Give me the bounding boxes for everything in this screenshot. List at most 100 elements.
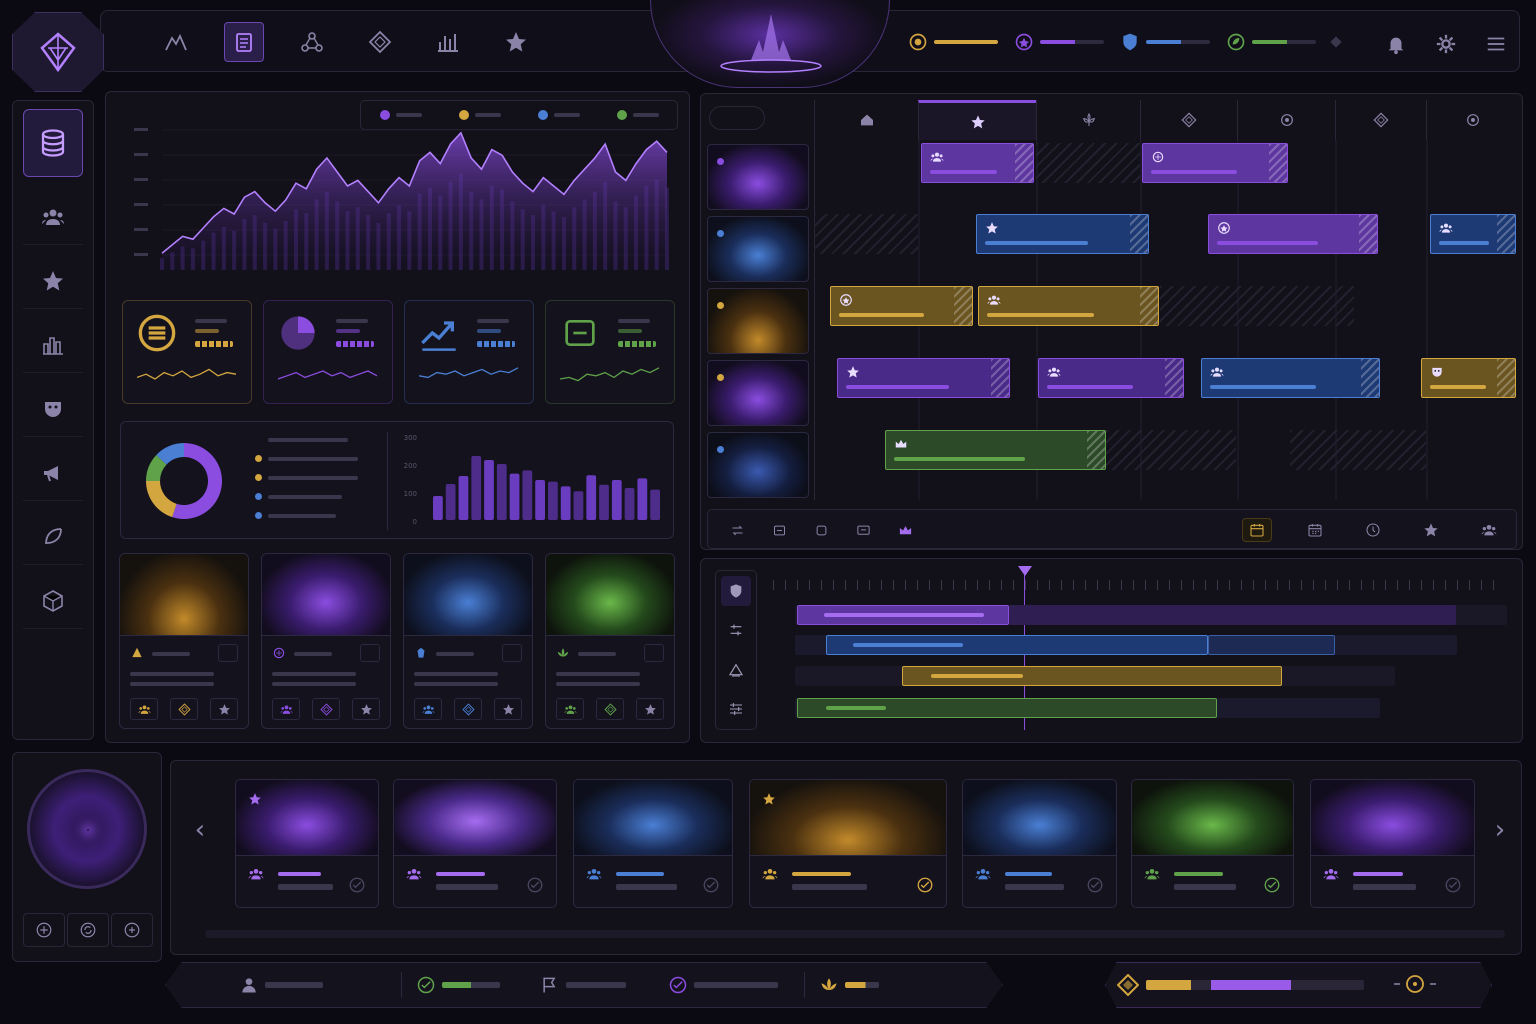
carousel-card[interactable] (235, 779, 379, 908)
toolbar-calendar-grid-button[interactable] (1300, 518, 1330, 542)
toolbar-clock-button[interactable] (1358, 518, 1388, 542)
legend-item[interactable] (458, 110, 501, 120)
timeline-tool-tune[interactable] (721, 694, 751, 724)
sidebar-item-users[interactable] (23, 189, 83, 245)
carousel-card[interactable] (393, 779, 557, 908)
status-chip[interactable] (1014, 32, 1104, 52)
compass-plus-circle-button[interactable] (23, 913, 65, 947)
toolbar-square-button[interactable] (806, 518, 836, 542)
top-nav-network-button[interactable] (292, 22, 332, 62)
bar[interactable] (573, 491, 584, 520)
bottom-item[interactable] (526, 972, 640, 998)
carousel-card[interactable] (573, 779, 733, 908)
kpi-card[interactable] (404, 300, 534, 404)
event-card-menu-button[interactable] (644, 644, 664, 662)
schedule-event-bar[interactable] (1421, 358, 1516, 398)
schedule-event-bar[interactable] (1142, 143, 1288, 183)
event-card-menu-button[interactable] (218, 644, 238, 662)
event-card[interactable] (119, 553, 249, 729)
toolbar-transfer-button[interactable] (722, 518, 752, 542)
event-card-action-users[interactable] (556, 698, 584, 720)
schedule-column-star[interactable] (918, 100, 1036, 140)
bell-button[interactable] (1378, 26, 1414, 62)
schedule-column-diamond[interactable] (1335, 100, 1426, 140)
kpi-card[interactable] (263, 300, 393, 404)
toolbar-box-button[interactable] (764, 518, 794, 542)
event-card-action-users[interactable] (272, 698, 300, 720)
carousel-card-action-button[interactable] (1263, 876, 1281, 894)
schedule-event-bar[interactable] (885, 430, 1106, 470)
event-card-action-star[interactable] (210, 698, 238, 720)
bar[interactable] (522, 470, 533, 520)
schedule-column-house[interactable] (814, 100, 918, 140)
compass-refresh-button[interactable] (67, 913, 109, 947)
event-card-action-diamond[interactable] (312, 698, 340, 720)
timeline-tool-shield[interactable] (721, 575, 751, 606)
carousel-card[interactable] (1131, 779, 1294, 908)
sidebar-item-city-chart[interactable] (23, 317, 83, 373)
gear-button[interactable] (1428, 26, 1464, 62)
schedule-event-bar[interactable] (837, 358, 1010, 398)
bar[interactable] (637, 478, 648, 520)
schedule-search[interactable] (709, 106, 765, 130)
bottom-item[interactable] (225, 972, 337, 998)
schedule-event-bar[interactable] (978, 286, 1159, 326)
carousel-scrollbar[interactable] (205, 930, 1505, 938)
bar[interactable] (548, 481, 558, 520)
schedule-column-target[interactable] (1426, 100, 1518, 140)
schedule-column-fleur[interactable] (1036, 100, 1140, 140)
toolbar-screen-button[interactable] (848, 518, 878, 542)
kpi-card[interactable] (122, 300, 252, 404)
bar[interactable] (650, 489, 660, 520)
event-card-action-diamond[interactable] (596, 698, 624, 720)
carousel-card-action-button[interactable] (348, 876, 366, 894)
sidebar-item-feather[interactable] (23, 509, 83, 565)
sidebar-item-cube[interactable] (23, 573, 83, 629)
schedule-event-bar[interactable] (976, 214, 1149, 254)
bottom-item[interactable] (654, 972, 792, 998)
toolbar-users-button[interactable] (1474, 518, 1504, 542)
event-card-action-users[interactable] (414, 698, 442, 720)
progress-target-button[interactable] (1392, 972, 1438, 996)
timeline-tool-sliders[interactable] (721, 615, 751, 645)
donut-slice[interactable] (146, 481, 177, 518)
event-card-menu-button[interactable] (360, 644, 380, 662)
legend-item[interactable] (537, 110, 580, 120)
gantt-bar[interactable] (826, 635, 1208, 655)
bar[interactable] (560, 486, 571, 520)
legend-item[interactable] (379, 110, 422, 120)
status-chip[interactable] (1226, 32, 1316, 52)
schedule-row-thumbnail[interactable] (707, 360, 809, 426)
schedule-event-bar[interactable] (1208, 214, 1378, 254)
event-card-action-diamond[interactable] (454, 698, 482, 720)
compass-add-button[interactable] (111, 913, 153, 947)
toolbar-star-button[interactable] (1416, 518, 1446, 542)
sidebar-item-mask[interactable] (23, 381, 83, 437)
schedule-row-thumbnail[interactable] (707, 288, 809, 354)
gantt-bar[interactable] (797, 605, 1009, 625)
bar[interactable] (611, 480, 622, 520)
legend-item[interactable] (616, 110, 659, 120)
schedule-column-diamond[interactable] (1140, 100, 1237, 140)
gantt-bar[interactable] (797, 698, 1217, 718)
event-card-action-star[interactable] (636, 698, 664, 720)
event-card-action-star[interactable] (352, 698, 380, 720)
timeline-tool-triangle[interactable] (721, 655, 751, 685)
event-card-action-diamond[interactable] (170, 698, 198, 720)
bar[interactable] (586, 475, 597, 520)
sidebar-item-database[interactable] (23, 109, 83, 177)
logo-button[interactable] (12, 12, 104, 92)
status-chip[interactable] (908, 32, 998, 52)
bar[interactable] (484, 460, 494, 520)
menu-button[interactable] (1478, 26, 1514, 62)
bar[interactable] (445, 484, 456, 520)
schedule-row-thumbnail[interactable] (707, 216, 809, 282)
event-card[interactable] (545, 553, 675, 729)
bottom-item[interactable] (804, 972, 893, 998)
status-chip[interactable] (1120, 32, 1210, 52)
carousel-card[interactable] (962, 779, 1117, 908)
top-nav-bar-chart-button[interactable] (428, 22, 468, 62)
carousel-card[interactable] (1310, 779, 1475, 908)
status-expand-icon[interactable] (1330, 36, 1342, 48)
schedule-event-bar[interactable] (1201, 358, 1380, 398)
